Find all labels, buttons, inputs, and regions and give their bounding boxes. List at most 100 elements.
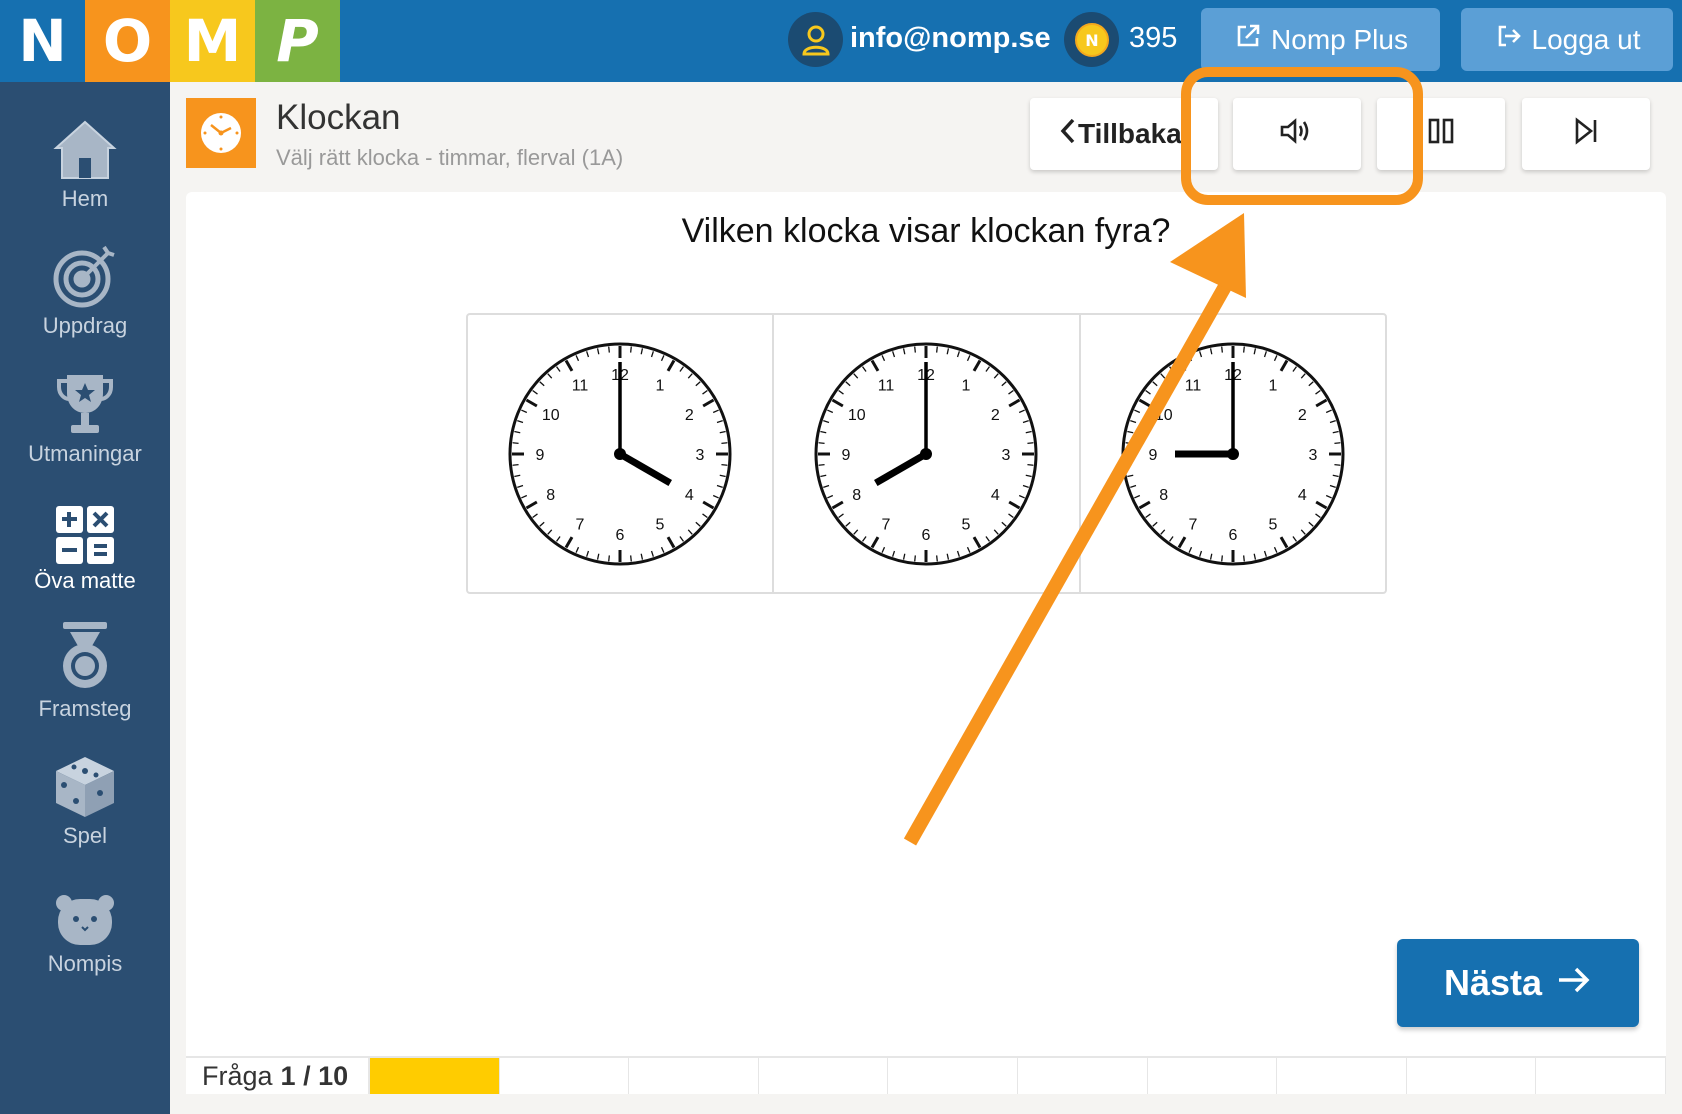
clock-tick (1027, 463, 1034, 466)
progress-segment (1277, 1058, 1407, 1094)
sound-button[interactable] (1233, 98, 1361, 170)
clock-tick (914, 346, 917, 353)
clock-face: 123456789101112 (508, 342, 732, 565)
clock-number: 9 (1148, 447, 1157, 464)
back-button[interactable]: Tillbaka (1030, 98, 1218, 170)
logout-icon (1494, 21, 1524, 58)
clock-number: 5 (656, 516, 665, 533)
answer-choice[interactable]: 123456789101112 (772, 315, 1078, 592)
progress-segment (629, 1058, 759, 1094)
progress-bar: Fråga 1 / 10 (186, 1056, 1666, 1094)
clock-number: 5 (962, 516, 971, 533)
clock-number: 8 (546, 487, 555, 504)
nomp-logo[interactable]: N O M P (0, 0, 340, 82)
clock-number: 7 (882, 516, 891, 533)
clock-number: 3 (1308, 447, 1317, 464)
clock-tick (936, 554, 939, 561)
clock-center (1226, 447, 1239, 460)
clock-tick (630, 346, 633, 353)
clock-number: 2 (685, 407, 694, 424)
sidebar-item-ova-matte[interactable]: Öva matte (0, 492, 170, 602)
clock-number: 9 (536, 447, 545, 464)
coin-icon: N (1064, 12, 1119, 67)
progress-segments (370, 1058, 1666, 1094)
clock-face: 123456789101112 (1121, 342, 1345, 565)
bear-icon (54, 875, 116, 947)
target-icon (52, 237, 118, 309)
clock-tick (914, 554, 917, 561)
clock-center (920, 447, 933, 460)
clock-number: 4 (1298, 487, 1307, 504)
progress-count: 1 / 10 (280, 1060, 349, 1091)
sidebar-item-spel[interactable]: Spel (0, 747, 170, 857)
clock-tick (1242, 554, 1245, 561)
answer-choices: 123456789101112 123456789101112 12345678… (466, 313, 1387, 594)
clock-number: 8 (853, 487, 862, 504)
clock-tick (1220, 346, 1223, 353)
progress-word: Fråga (202, 1060, 273, 1091)
sidebar-item-label: Framsteg (38, 696, 132, 721)
back-label: Tillbaka (1078, 118, 1182, 149)
clock-icon (186, 98, 256, 168)
sidebar-item-label: Öva matte (34, 568, 136, 593)
progress-segment (1018, 1058, 1148, 1094)
sidebar-item-framsteg[interactable]: Framsteg (0, 620, 170, 730)
clock-number: 3 (696, 447, 705, 464)
sidebar-item-label: Spel (62, 823, 108, 848)
arrow-right-icon (1556, 962, 1592, 1004)
skip-button[interactable] (1522, 98, 1650, 170)
pause-icon (1427, 117, 1455, 152)
answer-choice[interactable]: 123456789101112 (1078, 315, 1385, 592)
clock-number: 2 (991, 407, 1000, 424)
sidebar-item-label: Nompis (47, 951, 123, 976)
clock-number: 6 (616, 527, 625, 544)
clock-number: 7 (576, 516, 585, 533)
nomp-plus-button[interactable]: Nomp Plus (1201, 8, 1440, 71)
clock-tick (512, 463, 519, 466)
sidebar-item-nompis[interactable]: Nompis (0, 875, 170, 985)
logout-button[interactable]: Logga ut (1461, 8, 1673, 71)
answer-choice[interactable]: 123456789101112 (468, 315, 772, 592)
clock-tick (1242, 346, 1245, 353)
clock-number: 4 (685, 487, 694, 504)
clock-number: 6 (922, 527, 931, 544)
external-link-icon (1233, 21, 1263, 58)
user-email[interactable]: info@nomp.se (850, 22, 1051, 55)
logo-letter-p: P (255, 0, 340, 82)
sidebar-item-utmaningar[interactable]: Utmaningar (0, 365, 170, 475)
pause-button[interactable] (1377, 98, 1505, 170)
sidebar: Hem Uppdrag Utmaningar Öva matte Framste… (0, 82, 170, 1114)
clock-number: 10 (1155, 407, 1173, 424)
sidebar-item-label: Hem (61, 186, 109, 211)
clock-number: 6 (1228, 527, 1237, 544)
clock-tick (1125, 463, 1132, 466)
clock-tick (1125, 441, 1132, 444)
sidebar-item-hem[interactable]: Hem (0, 110, 170, 220)
clock-number: 5 (1268, 516, 1277, 533)
clock-number: 1 (656, 377, 665, 394)
progress-segment (1148, 1058, 1278, 1094)
clock-number: 8 (1159, 487, 1168, 504)
clock-number: 7 (1188, 516, 1197, 533)
clock-number: 1 (1268, 377, 1277, 394)
page-subtitle: Välj rätt klocka - timmar, flerval (1A) (276, 145, 624, 170)
user-icon[interactable] (788, 12, 843, 67)
clock-number: 10 (848, 407, 866, 424)
logout-label: Logga ut (1531, 23, 1641, 55)
sidebar-item-uppdrag[interactable]: Uppdrag (0, 237, 170, 347)
progress-segment (759, 1058, 889, 1094)
coin-count: 395 (1129, 22, 1178, 54)
clock-tick (1220, 554, 1223, 561)
progress-segment (1407, 1058, 1537, 1094)
clock-tick (1334, 441, 1341, 444)
clock-number: 11 (1185, 377, 1202, 394)
clock-number: 10 (542, 407, 560, 424)
next-button[interactable]: Nästa (1397, 939, 1639, 1027)
clock-tick (608, 346, 611, 353)
sidebar-item-label: Utmaningar (28, 441, 142, 466)
medal-icon (60, 620, 110, 692)
clock-tick (936, 346, 939, 353)
progress-label: Fråga 1 / 10 (186, 1058, 370, 1094)
trophy-icon (55, 365, 115, 437)
clock-tick (721, 441, 728, 444)
